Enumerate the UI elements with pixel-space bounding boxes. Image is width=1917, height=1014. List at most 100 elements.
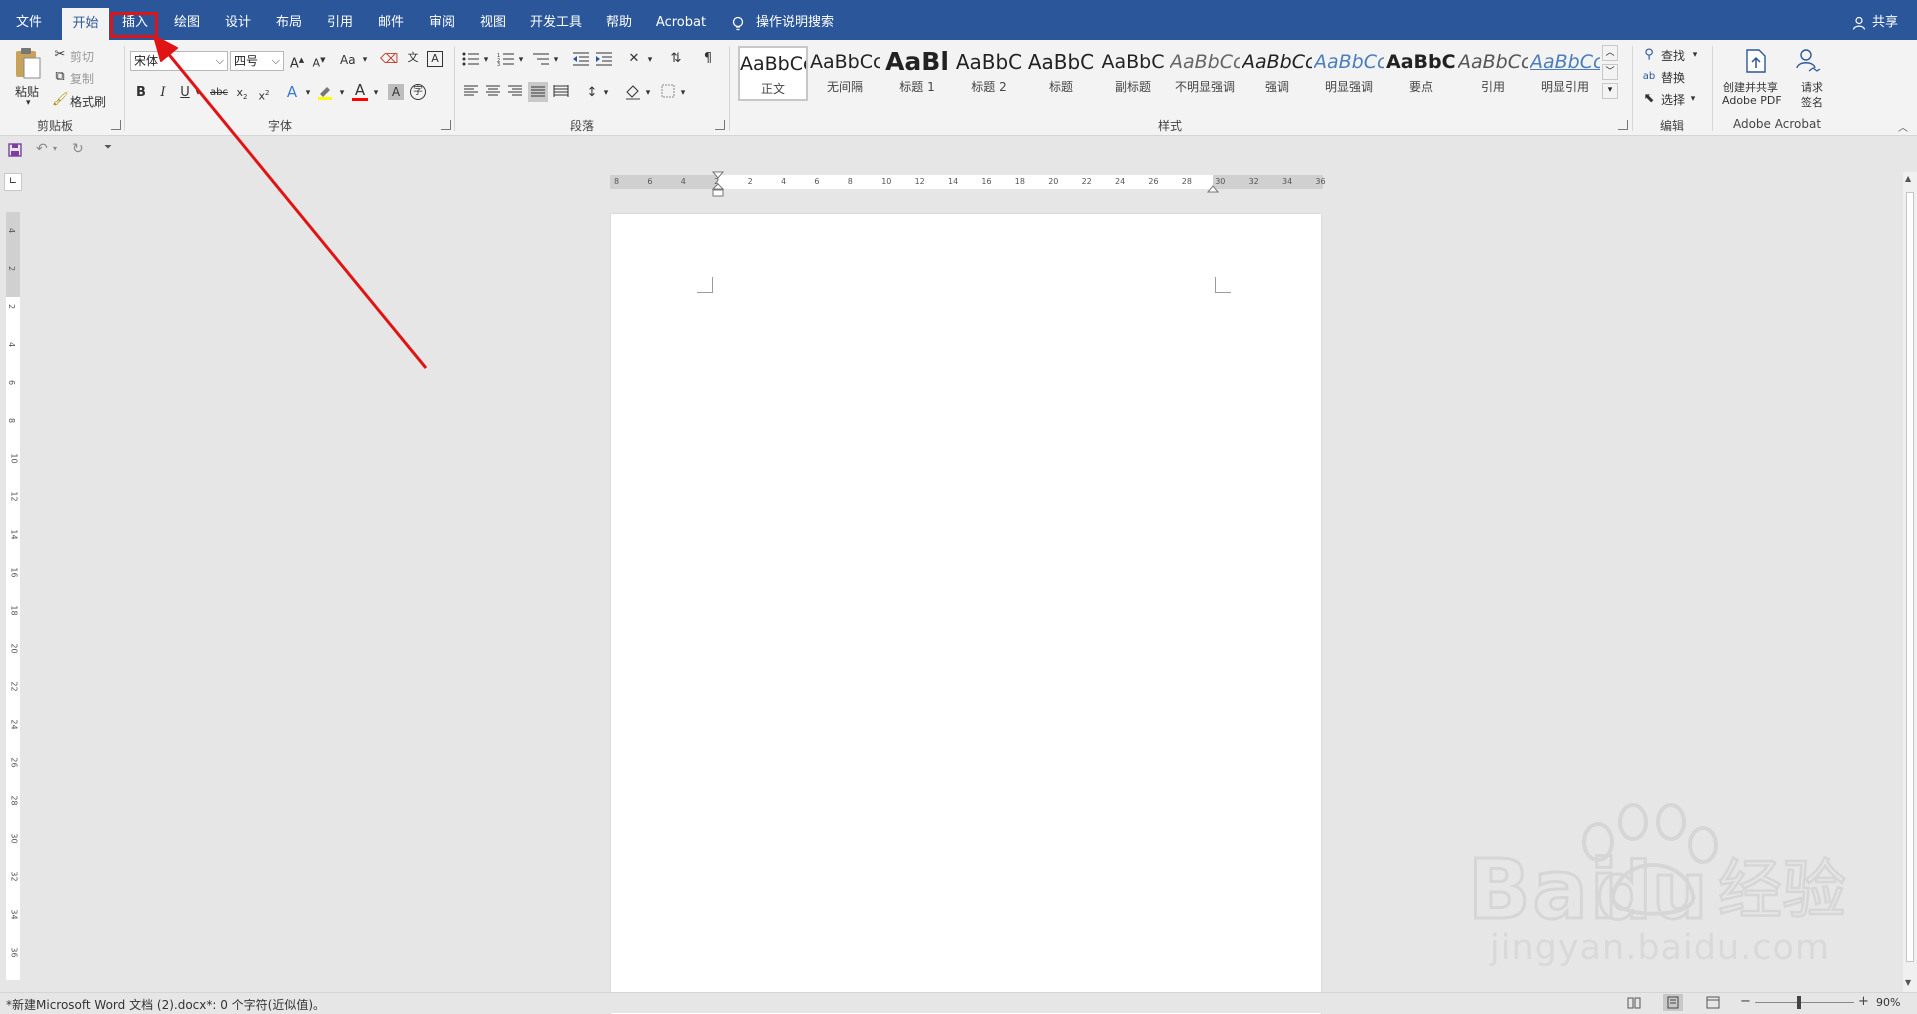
tell-me-search[interactable]: 操作说明搜索	[756, 0, 836, 40]
styles-dialog-launcher[interactable]	[1618, 120, 1628, 130]
style-gallery-item[interactable]: AaBbCi 要点	[1386, 46, 1456, 101]
copy-button[interactable]: 复制	[70, 70, 94, 87]
scrollbar-thumb[interactable]	[1906, 192, 1914, 962]
font-dialog-launcher[interactable]	[441, 120, 451, 130]
zoom-slider-track[interactable]	[1755, 1002, 1854, 1003]
indent-markers-icon[interactable]	[711, 171, 725, 197]
print-layout-icon[interactable]	[1663, 994, 1683, 1011]
paste-icon[interactable]	[14, 46, 42, 82]
cut-button[interactable]: 剪切	[70, 48, 94, 65]
sort-icon[interactable]: ⇅	[668, 51, 684, 67]
zoom-slider-thumb[interactable]	[1797, 996, 1801, 1009]
chevron-down-icon[interactable]: ▾	[645, 52, 655, 68]
scroll-down-icon[interactable]: ▼	[1905, 978, 1911, 987]
chevron-down-icon[interactable]: ▾	[678, 85, 688, 101]
zoom-level[interactable]: 90%	[1876, 996, 1900, 1009]
ruler-tick-label: 2	[747, 177, 753, 186]
chevron-down-icon[interactable]: ▾	[1688, 91, 1698, 107]
create-pdf-icon[interactable]	[1745, 48, 1767, 74]
vertical-ruler-margin	[6, 212, 20, 297]
tab-acrobat[interactable]: Acrobat	[652, 0, 710, 40]
multilevel-list-icon[interactable]	[532, 52, 550, 71]
bold-icon[interactable]: B	[134, 85, 148, 101]
zoom-out-button[interactable]: −	[1740, 994, 1751, 1009]
align-left-icon[interactable]	[462, 85, 480, 102]
gallery-expand-icon[interactable]: ▾	[1602, 83, 1618, 99]
align-right-icon[interactable]	[506, 85, 524, 102]
tab-file[interactable]: 文件	[12, 0, 46, 40]
asian-layout-icon[interactable]: ✕	[625, 51, 643, 67]
tab-design[interactable]: 设计	[219, 0, 257, 40]
scroll-up-icon[interactable]: ▲	[1905, 174, 1911, 183]
shading-icon[interactable]	[624, 84, 642, 105]
tab-view[interactable]: 视图	[474, 0, 512, 40]
style-gallery-item[interactable]: AaBbC 副标题	[1098, 46, 1168, 101]
paste-dropdown-icon[interactable]: ▾	[26, 98, 31, 108]
tab-draw[interactable]: 绘图	[168, 0, 206, 40]
read-mode-icon[interactable]	[1627, 996, 1641, 1009]
replace-button[interactable]: 替换	[1661, 69, 1685, 86]
bullets-icon[interactable]	[462, 52, 480, 71]
chevron-down-icon[interactable]: ▾	[516, 52, 526, 68]
create-share-pdf-label-1[interactable]: 创建并共享	[1723, 79, 1778, 95]
gallery-scroll-up-icon[interactable]: ︿	[1602, 45, 1618, 61]
chevron-down-icon[interactable]: ▾	[601, 85, 611, 101]
create-share-pdf-label-2[interactable]: Adobe PDF	[1722, 94, 1782, 107]
style-gallery-item[interactable]: AaBbCc 引用	[1458, 46, 1528, 101]
style-gallery-item[interactable]: AaBbCcI 正文	[738, 46, 808, 101]
style-gallery-item[interactable]: AaBbC 标题	[1026, 46, 1096, 101]
gallery-scroll-down-icon[interactable]: ﹀	[1602, 64, 1618, 80]
borders-icon[interactable]	[660, 84, 676, 103]
request-signature-icon[interactable]	[1795, 48, 1821, 74]
web-layout-icon[interactable]	[1706, 996, 1720, 1009]
right-indent-marker-icon[interactable]	[1206, 182, 1220, 193]
status-bar: *新建Microsoft Word 文档 (2).docx*: 0 个字符(近似…	[0, 992, 1917, 1013]
undo-icon[interactable]: ↶	[36, 141, 52, 157]
zoom-in-button[interactable]: +	[1858, 994, 1869, 1009]
clipboard-dialog-launcher[interactable]	[111, 120, 121, 130]
style-gallery-item[interactable]: AaBl 标题 1	[882, 46, 952, 101]
style-gallery-item[interactable]: AaBbCc 明显强调	[1314, 46, 1384, 101]
tab-references[interactable]: 引用	[321, 0, 359, 40]
chevron-down-icon[interactable]: ▾	[551, 52, 561, 68]
align-center-icon[interactable]	[484, 85, 502, 102]
justify-icon[interactable]	[528, 82, 548, 102]
ruler-tick-label: 30	[9, 833, 19, 844]
style-gallery-item[interactable]: AaBbCc 强调	[1242, 46, 1312, 101]
request-signature-label-2[interactable]: 签名	[1801, 94, 1823, 110]
chevron-down-icon[interactable]: ▾	[53, 144, 61, 153]
tab-selector-icon[interactable]: ∟	[4, 173, 22, 191]
tab-help[interactable]: 帮助	[599, 0, 639, 40]
style-gallery-item[interactable]: AaBbCc 不明显强调	[1170, 46, 1240, 101]
paragraph-dialog-launcher[interactable]	[715, 120, 725, 130]
format-painter-button[interactable]: 格式刷	[70, 93, 106, 110]
tab-layout[interactable]: 布局	[270, 0, 308, 40]
show-marks-icon[interactable]: ¶	[700, 51, 716, 67]
tab-home[interactable]: 开始	[62, 8, 109, 40]
increase-indent-icon[interactable]	[595, 52, 613, 71]
tab-developer[interactable]: 开发工具	[525, 0, 587, 40]
chevron-down-icon[interactable]: ▾	[643, 85, 653, 101]
numbering-icon[interactable]: 123	[497, 52, 515, 71]
request-signature-label-1[interactable]: 请求	[1801, 79, 1823, 95]
line-spacing-icon[interactable]: ↕	[584, 85, 600, 101]
redo-icon[interactable]: ↻	[72, 141, 88, 157]
select-button[interactable]: 选择	[1661, 91, 1685, 108]
decrease-indent-icon[interactable]	[572, 52, 590, 71]
chevron-down-icon[interactable]: ▾	[1690, 47, 1700, 63]
style-gallery-item[interactable]: AaBbC 标题 2	[954, 46, 1024, 101]
style-gallery-item[interactable]: AaBbCc 明显引用	[1530, 46, 1600, 101]
vertical-ruler[interactable]	[6, 212, 20, 980]
document-page[interactable]	[611, 214, 1321, 1014]
style-gallery-item[interactable]: AaBbCcI 无间隔	[810, 46, 880, 101]
tab-mailings[interactable]: 邮件	[372, 0, 410, 40]
distributed-icon[interactable]	[552, 85, 570, 102]
customize-qat-icon[interactable]: ⏷	[104, 142, 114, 153]
collapse-ribbon-icon[interactable]: ︿	[1898, 119, 1910, 134]
chevron-down-icon[interactable]: ▾	[481, 52, 491, 68]
share-button[interactable]: 共享	[1869, 0, 1901, 40]
find-button[interactable]: 查找	[1661, 47, 1685, 64]
vertical-scrollbar[interactable]: ▲ ▼	[1903, 172, 1917, 992]
save-icon[interactable]	[8, 143, 22, 157]
tab-review[interactable]: 审阅	[423, 0, 461, 40]
